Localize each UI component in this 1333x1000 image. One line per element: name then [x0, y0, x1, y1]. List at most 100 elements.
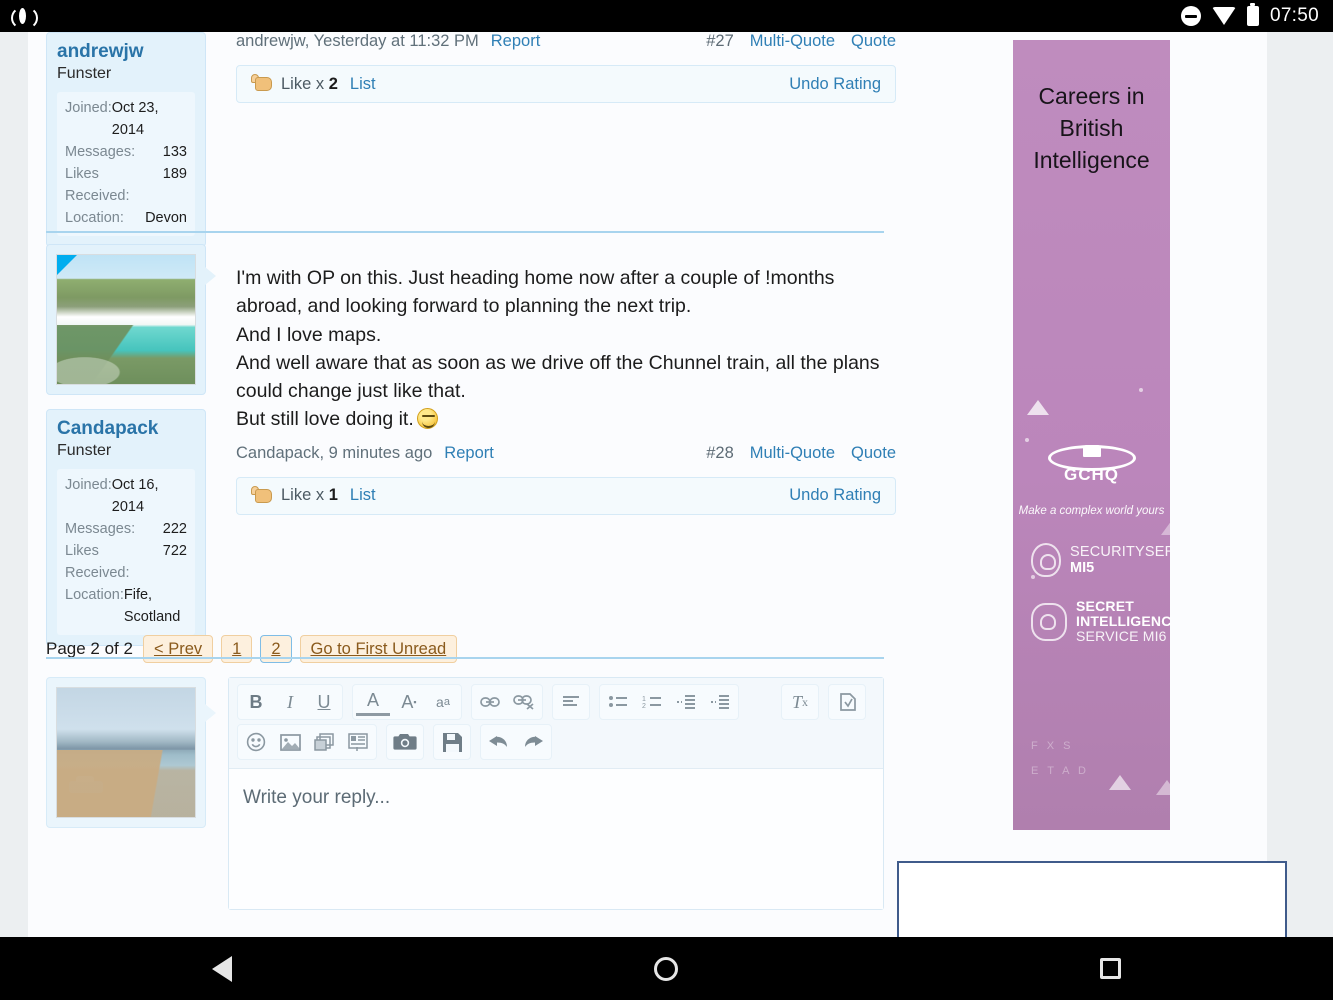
avatar-card-candapack — [46, 244, 216, 395]
mi6-bold: SERVICE — [1076, 628, 1139, 644]
page-scrollbar[interactable] — [1267, 32, 1300, 937]
username-link[interactable]: andrewjw — [57, 41, 195, 63]
underline-icon[interactable]: U — [307, 686, 341, 718]
avatar[interactable] — [56, 687, 196, 818]
remove-link-icon[interactable] — [507, 686, 541, 718]
thumbs-up-icon — [251, 74, 273, 94]
user-card-inner: Candapack Funster Joined: Oct 16, 2014 M… — [47, 410, 205, 645]
bold-icon[interactable]: B — [239, 686, 273, 718]
post-28: Candapack Funster Joined: Oct 16, 2014 M… — [28, 244, 908, 646]
font-family-icon[interactable]: aa — [426, 686, 460, 718]
rating-bar-27: Like x 2 List Undo Rating — [236, 65, 896, 103]
insert-link-icon[interactable] — [473, 686, 507, 718]
report-link[interactable]: Report — [444, 444, 494, 463]
back-icon — [212, 955, 233, 982]
username-link[interactable]: Candapack — [57, 418, 195, 440]
toolbar-group-textstyle: B I U — [237, 684, 343, 720]
triangle-decoration-icon — [1027, 400, 1049, 415]
user-title: Funster — [57, 441, 112, 459]
online-flag-icon — [57, 255, 78, 276]
ad-agency-logos: GCHQ Make a complex world yours SECURITY… — [1013, 435, 1170, 644]
mi5-light: SERVICE — [1144, 544, 1170, 560]
mi5-bold: SECURITY — [1070, 544, 1145, 560]
indent-icon[interactable] — [669, 686, 703, 718]
stat-value: 133 — [162, 143, 187, 160]
numbered-list-icon[interactable]: 1 2 — [635, 686, 669, 718]
current-user-avatar-card — [46, 677, 216, 828]
like-count-label: Like x 1 — [281, 486, 338, 505]
status-bar-left — [0, 5, 38, 30]
font-size-icon[interactable]: A ▪ — [392, 686, 426, 718]
page-indicator: Page 2 of 2 — [46, 639, 133, 658]
like-list-link[interactable]: List — [350, 486, 376, 505]
post-27: andrewjw Funster Joined: Oct 23, 2014 Me… — [28, 32, 908, 247]
mi5-line2: MI5 — [1070, 560, 1095, 576]
back-button[interactable] — [2, 937, 442, 1000]
post-byline: Candapack, 9 minutes ago — [236, 443, 433, 462]
align-icon[interactable] — [554, 686, 588, 718]
user-stat-row: Likes Received: 722 — [65, 540, 187, 584]
stat-key: Location: — [65, 586, 124, 603]
ad-headline-line: Careers in — [1038, 83, 1145, 109]
post-line: abroad, and looking forward to planning … — [236, 295, 692, 318]
recents-button[interactable] — [891, 937, 1331, 1000]
mi5-logo: SECURITYSERVICE MI5 — [1031, 543, 1170, 577]
text-color-icon[interactable]: A — [356, 688, 390, 716]
like-count: 1 — [328, 486, 338, 505]
toolbar-group-insert — [237, 724, 377, 760]
camera-icon[interactable] — [388, 726, 422, 758]
insert-quote-icon[interactable] — [341, 726, 375, 758]
like-label: Like x — [281, 486, 325, 505]
undo-rating-link[interactable]: Undo Rating — [789, 75, 881, 94]
speech-bubble-tip — [205, 704, 216, 722]
user-stat-row: Messages: 222 — [65, 518, 187, 540]
insert-image-icon[interactable] — [273, 726, 307, 758]
mi6-wordmark: SECRET INTELLIGENCE SERVICE MI6 — [1076, 599, 1170, 644]
report-link[interactable]: Report — [491, 32, 541, 51]
post-line: could change just like that. — [236, 380, 466, 403]
empty-ad-frame[interactable] — [897, 861, 1287, 937]
stat-value: Fife, Scotland — [123, 586, 181, 625]
android-navigation-bar — [0, 937, 1333, 1000]
redo-icon[interactable] — [516, 726, 550, 758]
post-body-28: I'm with OP on this. Just heading home n… — [236, 264, 896, 515]
gchq-wordmark: GCHQ — [1064, 465, 1119, 484]
reply-placeholder: Write your reply... — [243, 787, 391, 808]
recents-icon — [1100, 958, 1122, 979]
user-stat-row: Likes Received: 189 — [65, 163, 187, 207]
reply-textarea[interactable]: Write your reply... — [229, 769, 883, 909]
home-button[interactable] — [447, 937, 887, 1000]
avatar[interactable] — [56, 254, 196, 385]
user-card-inner: andrewjw Funster Joined: Oct 23, 2014 Me… — [47, 33, 205, 246]
stat-key: Joined: — [65, 99, 112, 116]
speech-bubble-tip — [205, 267, 216, 285]
user-stat-row: Location: Devon — [65, 207, 187, 229]
advertisement-banner[interactable]: Careers in British Intelligence F X S E … — [1013, 40, 1170, 830]
multi-quote-link[interactable]: Multi-Quote — [750, 32, 835, 51]
quote-link[interactable]: Quote — [851, 444, 896, 463]
post-line: I'm with OP on this. Just heading home n… — [236, 267, 835, 289]
quote-link[interactable]: Quote — [851, 32, 896, 51]
save-icon[interactable] — [435, 726, 469, 758]
user-stat-row: Location: Fife, Scotland — [65, 584, 187, 628]
stat-key: Joined: — [65, 476, 112, 493]
outdent-icon[interactable] — [703, 686, 737, 718]
remove-formatting-icon[interactable]: Tx — [783, 686, 817, 718]
multi-quote-link[interactable]: Multi-Quote — [750, 444, 835, 463]
like-count-label: Like x 2 — [281, 75, 338, 94]
italic-icon[interactable]: I — [273, 686, 307, 718]
media-icon[interactable] — [307, 726, 341, 758]
ad-headline-line: Intelligence — [1033, 147, 1150, 173]
undo-rating-link[interactable]: Undo Rating — [789, 486, 881, 505]
undo-icon[interactable] — [482, 726, 516, 758]
bullet-list-icon[interactable] — [601, 686, 635, 718]
do-not-disturb-icon — [1180, 6, 1201, 26]
stat-key: Messages: — [65, 520, 136, 537]
user-card-candapack: Candapack Funster Joined: Oct 16, 2014 M… — [46, 409, 206, 646]
like-list-link[interactable]: List — [350, 75, 376, 94]
mi6-line2: INTELLIGENCE — [1076, 613, 1170, 629]
smilies-icon[interactable] — [239, 726, 273, 758]
mi5-line1: SECURITYSERVICE — [1070, 544, 1170, 560]
post-divider — [46, 231, 884, 233]
draft-icon[interactable] — [830, 686, 864, 718]
